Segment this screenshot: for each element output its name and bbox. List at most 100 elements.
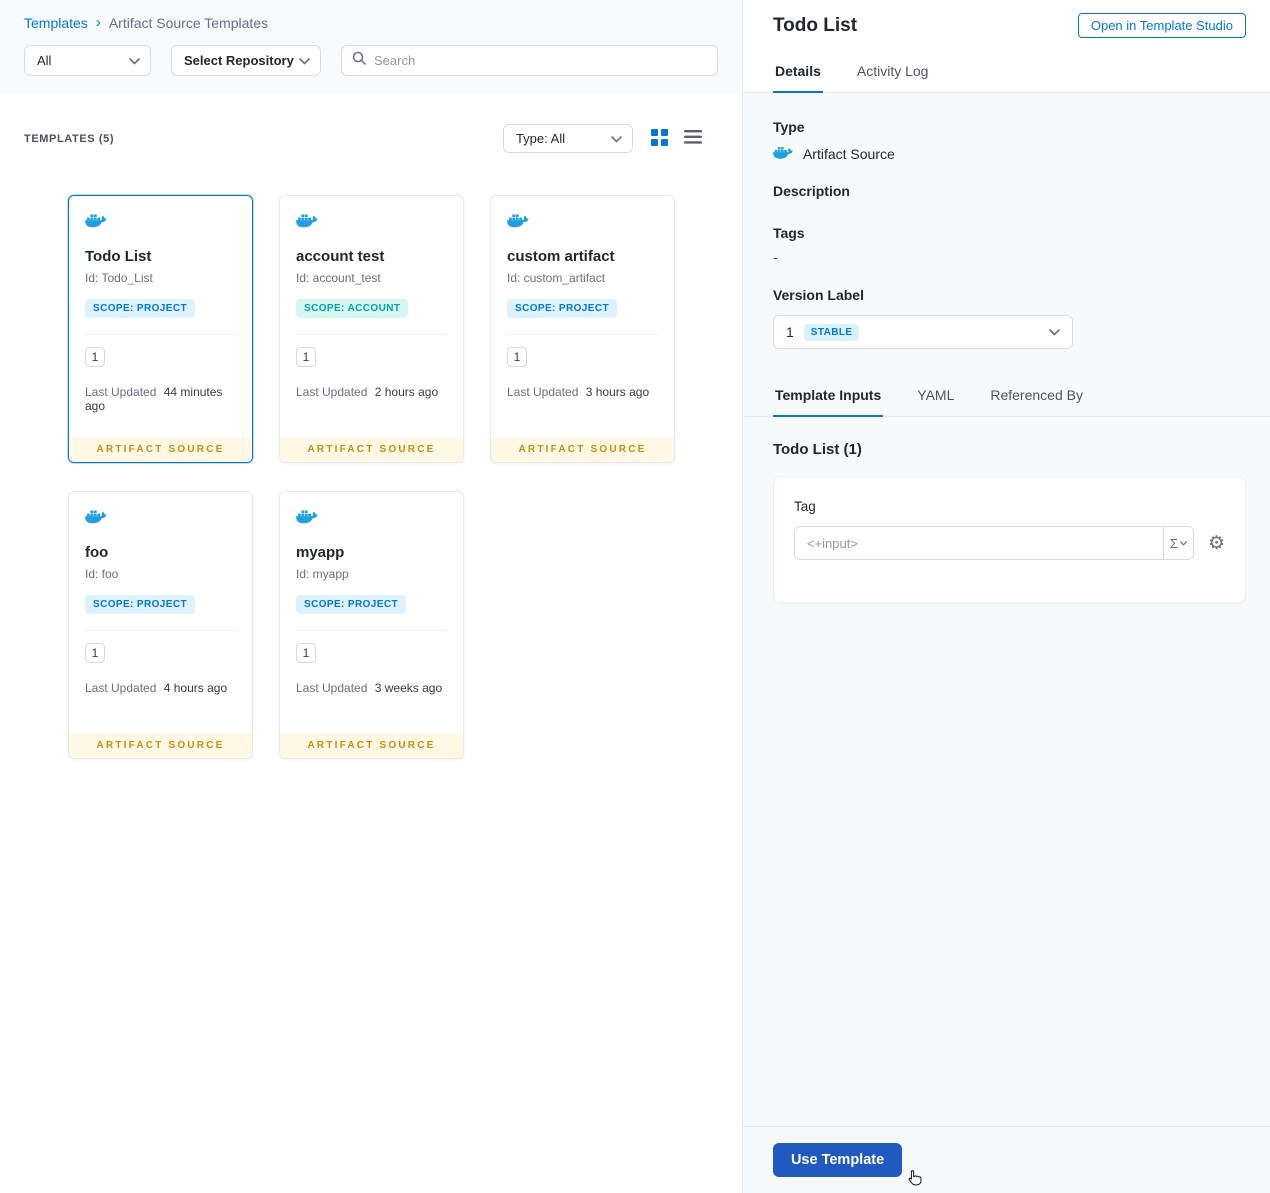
tab-activity-log[interactable]: Activity Log	[855, 51, 931, 93]
version-count-badge: 1	[296, 643, 316, 663]
stable-badge: STABLE	[803, 323, 860, 341]
repository-filter-select[interactable]: Select Repository	[171, 45, 321, 76]
template-id: Id: foo	[85, 567, 119, 581]
version-count-badge: 1	[85, 643, 105, 663]
version-label-heading: Version Label	[772, 287, 864, 303]
chevron-down-icon	[1049, 323, 1060, 341]
chevron-down-icon	[129, 53, 140, 68]
last-updated: Last Updated 4 hours ago	[85, 681, 236, 695]
last-updated-label: Last Updated	[296, 681, 368, 695]
artifact-source-badge: ARTIFACT SOURCE	[69, 437, 252, 462]
details-panel-body: Type Artifact Source Description Tags - …	[742, 93, 1270, 1126]
template-id: Id: account_test	[296, 271, 381, 285]
scope-badge: SCOPE: PROJECT	[507, 299, 617, 318]
inputs-card: Tag Σ ⚙	[772, 476, 1246, 603]
sigma-icon: Σ	[1169, 535, 1178, 551]
open-in-template-studio-button[interactable]: Open in Template Studio	[1077, 13, 1246, 38]
card-divider	[85, 334, 236, 335]
tab-referenced-by[interactable]: Referenced By	[988, 375, 1085, 417]
search-icon	[352, 51, 366, 70]
last-updated-label: Last Updated	[507, 385, 579, 399]
gear-icon[interactable]: ⚙	[1208, 534, 1225, 553]
template-card[interactable]: myapp Id: myapp SCOPE: PROJECT 1 Last Up…	[279, 491, 464, 759]
template-name: foo	[85, 544, 109, 561]
scope-badge: SCOPE: PROJECT	[85, 299, 195, 318]
template-name: account test	[296, 248, 385, 265]
artifact-source-badge: ARTIFACT SOURCE	[491, 437, 674, 462]
template-name: Todo List	[85, 248, 152, 265]
tags-label: Tags	[772, 225, 805, 241]
details-tabs: Details Activity Log	[742, 51, 1270, 93]
template-card[interactable]: Todo List Id: Todo_List SCOPE: PROJECT 1…	[68, 195, 253, 463]
templates-count-label: TEMPLATES (5)	[24, 132, 115, 145]
type-value: Artifact Source	[802, 146, 895, 162]
type-filter-select[interactable]: Type: All	[502, 124, 633, 153]
scope-filter-select[interactable]: All	[24, 45, 151, 76]
tag-input-row: Σ ⚙	[793, 526, 1225, 560]
last-updated-value: 3 hours ago	[585, 385, 650, 399]
artifact-source-badge: ARTIFACT SOURCE	[280, 733, 463, 758]
version-count-badge: 1	[85, 347, 105, 367]
template-card[interactable]: custom artifact Id: custom_artifact SCOP…	[490, 195, 675, 463]
inputs-title: Todo List (1)	[772, 441, 862, 458]
tag-label: Tag	[793, 499, 816, 514]
tab-yaml[interactable]: YAML	[915, 375, 956, 417]
card-body: account test Id: account_test SCOPE: ACC…	[280, 196, 463, 437]
last-updated-label: Last Updated	[85, 385, 157, 399]
card-body: foo Id: foo SCOPE: PROJECT 1 Last Update…	[69, 492, 252, 733]
template-card[interactable]: foo Id: foo SCOPE: PROJECT 1 Last Update…	[68, 491, 253, 759]
breadcrumb-current: Artifact Source Templates	[108, 14, 269, 31]
view-toggle	[650, 128, 702, 149]
list-view-button[interactable]	[683, 130, 702, 147]
artifact-source-badge: ARTIFACT SOURCE	[280, 437, 463, 462]
use-template-button[interactable]: Use Template	[772, 1143, 903, 1177]
card-divider	[507, 334, 658, 335]
grid-view-icon	[650, 128, 668, 149]
version-select[interactable]: 1 STABLE	[772, 315, 1073, 349]
version-count-badge: 1	[296, 347, 316, 367]
templates-bar-right: Type: All	[502, 124, 702, 153]
breadcrumb-link-templates[interactable]: Templates	[24, 15, 88, 31]
card-divider	[296, 334, 447, 335]
search-input[interactable]	[374, 53, 707, 68]
template-card[interactable]: account test Id: account_test SCOPE: ACC…	[279, 195, 464, 463]
inputs-tabs: Template Inputs YAML Referenced By	[742, 375, 1270, 417]
tab-details[interactable]: Details	[772, 51, 823, 93]
template-id: Id: myapp	[296, 567, 349, 581]
scope-filter-value: All	[37, 53, 52, 68]
last-updated: Last Updated 3 weeks ago	[296, 681, 447, 695]
templates-pane: Templates › Artifact Source Templates Al…	[0, 0, 742, 1193]
scope-badge: SCOPE: ACCOUNT	[296, 299, 409, 318]
last-updated-label: Last Updated	[296, 385, 368, 399]
grid-view-button[interactable]	[650, 128, 668, 149]
last-updated-value: 2 hours ago	[374, 385, 439, 399]
tab-template-inputs[interactable]: Template Inputs	[772, 375, 884, 417]
version-count-badge: 1	[507, 347, 527, 367]
card-body: custom artifact Id: custom_artifact SCOP…	[491, 196, 674, 437]
breadcrumb: Templates › Artifact Source Templates	[24, 14, 718, 31]
docker-icon	[85, 212, 236, 234]
docker-icon	[85, 508, 236, 530]
last-updated: Last Updated 44 minutes ago	[85, 385, 236, 413]
template-id: Id: custom_artifact	[507, 271, 606, 285]
breadcrumb-separator-icon: ›	[95, 14, 101, 31]
tag-input[interactable]	[794, 527, 1163, 559]
card-body: myapp Id: myapp SCOPE: PROJECT 1 Last Up…	[280, 492, 463, 733]
details-panel-header: Todo List Open in Template Studio	[742, 0, 1270, 51]
scope-badge: SCOPE: PROJECT	[296, 595, 406, 614]
last-updated-value: 4 hours ago	[163, 681, 228, 695]
expression-button[interactable]: Σ	[1162, 527, 1193, 559]
details-panel-footer: Use Template	[742, 1126, 1270, 1193]
list-view-icon	[683, 130, 702, 147]
type-filter-value: Type: All	[515, 131, 566, 146]
panel-title: Todo List	[772, 14, 858, 36]
card-body: Todo List Id: Todo_List SCOPE: PROJECT 1…	[69, 196, 252, 437]
filter-row: All Select Repository	[24, 45, 718, 76]
version-select-value: 1	[785, 324, 794, 340]
template-inputs-section: Todo List (1) Tag Σ ⚙	[743, 417, 1270, 603]
chevron-down-icon	[611, 131, 622, 146]
card-divider	[296, 630, 447, 631]
template-name: custom artifact	[507, 248, 615, 265]
chevron-down-icon	[299, 53, 310, 68]
last-updated-label: Last Updated	[85, 681, 157, 695]
